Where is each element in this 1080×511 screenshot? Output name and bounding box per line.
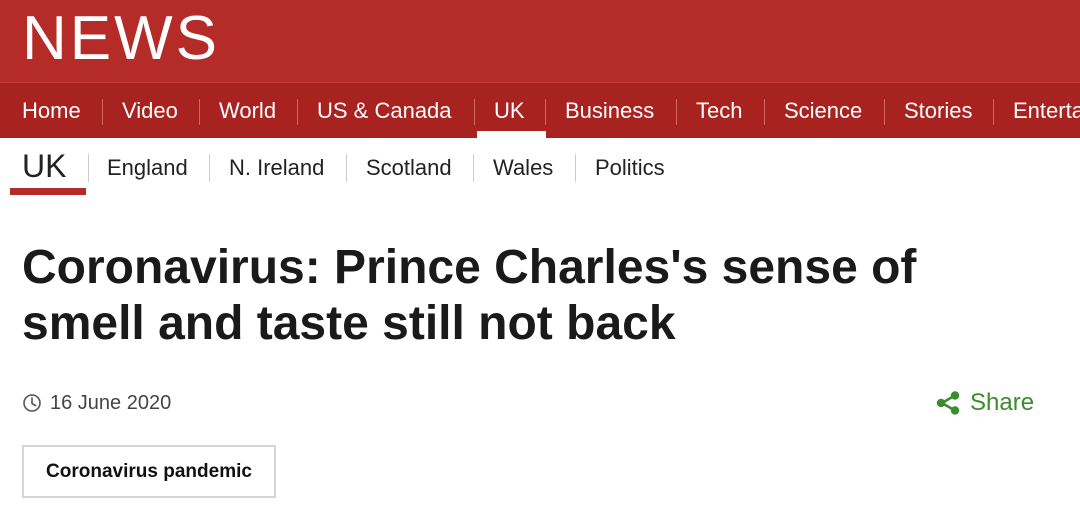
share-icon xyxy=(934,389,962,417)
nav-item-video[interactable]: Video xyxy=(122,83,178,138)
subnav-item-wales[interactable]: Wales xyxy=(493,152,553,184)
subnav-item-england[interactable]: England xyxy=(107,152,188,184)
nav-separator xyxy=(102,99,103,125)
article-date: 16 June 2020 xyxy=(22,390,171,416)
subnav-item-scotland[interactable]: Scotland xyxy=(366,152,452,184)
nav-separator xyxy=(993,99,994,125)
nav-separator xyxy=(676,99,677,125)
nav-item-science[interactable]: Science xyxy=(784,83,862,138)
nav-separator xyxy=(199,99,200,125)
share-label: Share xyxy=(970,389,1035,416)
section-title[interactable]: UK xyxy=(22,146,66,186)
nav-item-stories[interactable]: Stories xyxy=(904,83,972,138)
nav-separator xyxy=(474,99,475,125)
primary-nav: Home Video World US & Canada UK Business… xyxy=(0,82,1080,138)
clock-icon xyxy=(22,393,42,413)
nav-item-uk[interactable]: UK xyxy=(494,83,525,138)
subnav-separator xyxy=(209,154,210,182)
nav-separator xyxy=(545,99,546,125)
subnav-separator xyxy=(88,154,89,182)
topic-tag-button[interactable]: Coronavirus pandemic xyxy=(22,445,276,498)
nav-separator xyxy=(297,99,298,125)
brand-bar: NEWS xyxy=(0,0,1080,82)
subnav-separator xyxy=(473,154,474,182)
share-button[interactable]: Share xyxy=(934,387,1034,419)
subnav-item-n-ireland[interactable]: N. Ireland xyxy=(229,152,324,184)
section-title-underline xyxy=(10,188,86,195)
nav-separator xyxy=(884,99,885,125)
nav-item-entertainment[interactable]: Enterta xyxy=(1013,83,1080,138)
page: NEWS Home Video World US & Canada UK Bus… xyxy=(0,0,1080,511)
nav-item-us-canada[interactable]: US & Canada xyxy=(317,83,452,138)
news-logo[interactable]: NEWS xyxy=(22,4,220,74)
subnav-item-politics[interactable]: Politics xyxy=(595,152,665,184)
nav-separator xyxy=(764,99,765,125)
nav-item-tech[interactable]: Tech xyxy=(696,83,742,138)
nav-item-home[interactable]: Home xyxy=(22,83,81,138)
subnav-separator xyxy=(575,154,576,182)
article-headline: Coronavirus: Prince Charles's sense of s… xyxy=(22,241,917,350)
subnav-separator xyxy=(346,154,347,182)
nav-item-world[interactable]: World xyxy=(219,83,276,138)
nav-active-indicator xyxy=(477,131,546,138)
nav-item-business[interactable]: Business xyxy=(565,83,654,138)
date-text: 16 June 2020 xyxy=(50,391,172,414)
